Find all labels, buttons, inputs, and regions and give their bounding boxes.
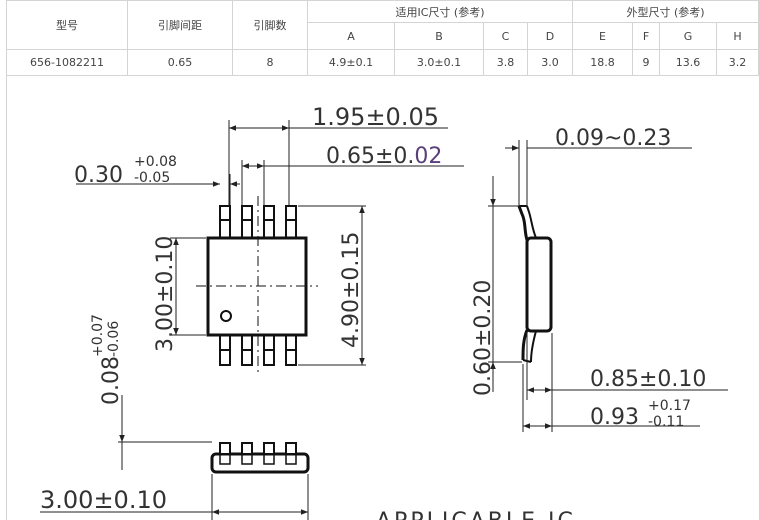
dim-label-0-08-lower: -0.06 xyxy=(106,321,122,357)
dim-label-0-30: 0.30 xyxy=(74,163,123,188)
dim-label-0-08-upper: +0.07 xyxy=(90,314,106,357)
side-view-right xyxy=(517,205,553,363)
dim-label-0-65: 0.65±0.02 xyxy=(326,144,442,169)
dim-label-0-85: 0.85±0.10 xyxy=(590,367,706,392)
dim-label-0-93: 0.93 xyxy=(590,405,639,430)
drawing-svg: 1.95±0.05 0.65±0.02 0.30 +0.08 -0.05 3.0… xyxy=(40,103,728,520)
top-view xyxy=(196,196,318,376)
dim-0-08 xyxy=(118,395,212,470)
dim-label-0-30-lower: -0.05 xyxy=(134,170,170,186)
dim-label-1-95: 1.95±0.05 xyxy=(312,103,439,131)
dim-label-4-90-vertical: 4.90±0.15 xyxy=(339,232,364,348)
dim-label-0-09: 0.09~0.23 xyxy=(555,126,671,151)
dim-label-3-00-bottom: 3.00±0.10 xyxy=(40,486,167,514)
dim-label-0-30-upper: +0.08 xyxy=(134,154,177,170)
dim-label-3-00-vertical: 3.00±0.10 xyxy=(153,236,178,352)
dim-label-0-93-upper: +0.17 xyxy=(648,398,691,414)
dim-label-0-08: 0.08 xyxy=(99,356,124,405)
side-view-bottom xyxy=(210,442,310,474)
dim-label-0-60: 0.60±0.20 xyxy=(471,280,496,396)
footer-label: APPLICABLE IC xyxy=(376,509,576,520)
dim-label-0-93-lower: -0.11 xyxy=(648,414,684,430)
